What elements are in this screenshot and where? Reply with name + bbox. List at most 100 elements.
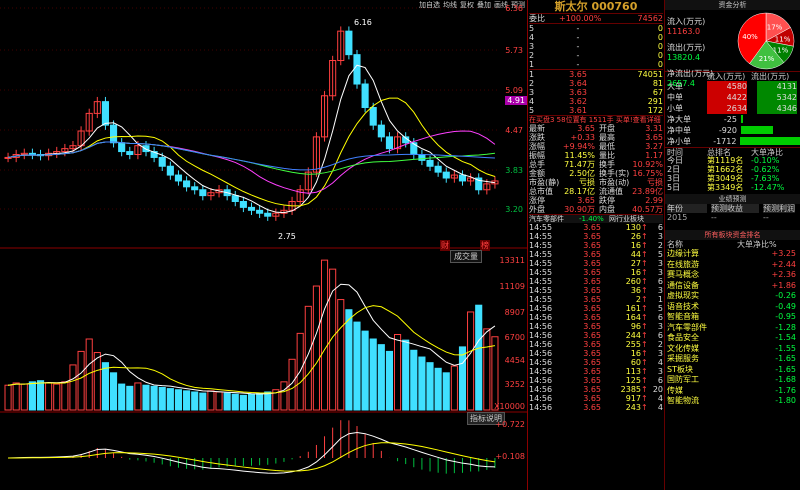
tick-row: 14:56 3.65 16 ↑ 3 — [529, 349, 663, 358]
vol-tick: 11109 — [499, 282, 525, 291]
stat-label: 涨跌 — [529, 133, 545, 142]
order-size-label: 小单 — [667, 104, 683, 113]
sector-row[interactable]: 语音技术 -0.49 — [665, 302, 800, 313]
stat-value: 3.31 — [645, 124, 663, 133]
tick-count: 6 — [657, 376, 663, 385]
sector-row[interactable]: 虚拟现实 -0.26 — [665, 291, 800, 302]
tick-list[interactable]: 14:55 3.65 130 ↑ 6 14:55 3.65 26 ↑ 3 14:55 3.65 16 ↑ 2… — [529, 223, 663, 412]
buy-price: 3.65 — [569, 70, 587, 79]
buy-level: 3 — [529, 88, 535, 97]
candle — [345, 30, 353, 56]
forecast-title[interactable]: 业绩预测 — [665, 194, 800, 204]
volume-bar — [402, 339, 410, 411]
stat-value: +9.94% — [562, 142, 595, 151]
sector-row[interactable]: ST板块 -1.65 — [665, 365, 800, 376]
stat-row: 总手 71.47万 换手 10.92% — [529, 160, 663, 169]
tick-count: 4 — [657, 403, 663, 412]
sector-row[interactable]: 边缘计算 +3.25 — [665, 249, 800, 260]
sector-tabs[interactable]: 汽车零部件 -1.40% 网行业板块 — [529, 214, 663, 223]
fund-analysis-title[interactable]: 资金分析 — [665, 0, 800, 10]
sector-rank-title[interactable]: 所有板块资金排名 — [665, 230, 800, 240]
tick-row: 14:55 3.65 16 ↑ 2 — [529, 241, 663, 250]
sector-row[interactable]: 食品安全 -1.54 — [665, 333, 800, 344]
sector-row[interactable]: 智能物流 -1.80 — [665, 396, 800, 407]
sector-ratio: -1.80 — [775, 396, 796, 405]
sell-level: 5 — [529, 24, 535, 33]
volume-bar — [61, 381, 69, 411]
sector-row[interactable]: 文化传媒 -1.55 — [665, 344, 800, 355]
buy-volume: 291 — [647, 97, 663, 106]
buy-row[interactable]: 3 3.63 67 — [529, 88, 663, 97]
kline-chart-panel[interactable]: 加自选 均线 复权 叠加 画线 预测 6.36 5.73 5.09 4.91 4.47 3… — [0, 0, 528, 490]
buy-note-link[interactable]: 在买盘3 58位置有 1511手 买单!查看详细 — [529, 115, 663, 124]
rank-row: 今日 第1119名 -0.10% — [665, 156, 800, 165]
outflow-value: 4346 — [757, 103, 797, 114]
sell-volume: 0 — [657, 24, 663, 33]
tick-count: 6 — [657, 331, 663, 340]
volume-bar — [312, 285, 320, 411]
sell-row[interactable]: 2 - 0 — [529, 51, 663, 60]
sell-row[interactable]: 4 - 0 — [529, 33, 663, 42]
buy-volume: 74051 — [637, 70, 663, 79]
stat-value: 28.17亿 — [564, 187, 595, 196]
candle — [442, 171, 450, 179]
stat-value: 11.45% — [564, 151, 595, 160]
sector-row[interactable]: 在线旅游 +2.44 — [665, 260, 800, 271]
sell-row[interactable]: 1 - 0 — [529, 60, 663, 69]
buy-row[interactable]: 5 3.61 172 — [529, 106, 663, 115]
tick-count: 3 — [657, 286, 663, 295]
volume-bar — [361, 330, 369, 411]
toolbar-btn-0[interactable]: 加自选 — [419, 0, 440, 10]
tab-finance[interactable]: 财 — [440, 240, 450, 251]
sell-level: 2 — [529, 51, 535, 60]
volume-bar — [345, 309, 353, 411]
sector-list[interactable]: 边缘计算 +3.25 在线旅游 +2.44 赛马概念 +2.36 通信设备 +1.86 虚拟现实… — [665, 249, 800, 407]
vol-tick: 13311 — [499, 256, 525, 265]
sector-name: 采掘服务 — [667, 354, 699, 363]
sector-row[interactable]: 采掘服务 -1.65 — [665, 354, 800, 365]
buy-row[interactable]: 1 3.65 74051 — [529, 70, 663, 79]
net-value: -920 — [718, 126, 737, 135]
tick-price: 3.65 — [583, 322, 601, 331]
toolbar-btn-1[interactable]: 均线 — [443, 0, 457, 10]
candle — [458, 174, 467, 182]
stat-label: 金额 — [529, 169, 545, 178]
tick-row: 14:55 3.65 26 ↑ 3 — [529, 232, 663, 241]
up-arrow-icon: ↑ — [641, 385, 648, 394]
buy-volume: 172 — [647, 106, 663, 115]
stat-row: 市盈(静) 亏损 市盈(动) 亏损 — [529, 178, 663, 187]
buy-row[interactable]: 4 3.62 291 — [529, 97, 663, 106]
tick-volume: 243 — [625, 403, 641, 412]
tick-volume: 16 — [630, 349, 641, 358]
tick-row: 14:56 3.65 161 ↑ 5 — [529, 304, 663, 313]
tick-price: 3.65 — [583, 331, 601, 340]
tick-count: 5 — [657, 250, 663, 259]
sell-row[interactable]: 3 - 0 — [529, 42, 663, 51]
volume-bar — [442, 372, 450, 411]
tick-row: 14:55 3.65 260 ↑ 6 — [529, 277, 663, 286]
toolbar-btn-3[interactable]: 叠加 — [477, 0, 491, 10]
sector-name: ST板块 — [667, 364, 693, 374]
sector-row[interactable]: 传媒 -1.76 — [665, 386, 800, 397]
buy-row[interactable]: 2 3.64 81 — [529, 79, 663, 88]
stat-row: 涨跌 +0.33 最高 3.65 — [529, 133, 663, 142]
sector-row[interactable]: 智能音箱 -0.95 — [665, 312, 800, 323]
sell-level: 3 — [529, 42, 535, 51]
sell-price: - — [576, 42, 580, 51]
volume-bar — [239, 394, 247, 411]
buy-level: 5 — [529, 106, 535, 115]
volume-selector[interactable]: 成交量 — [450, 250, 482, 263]
toolbar-btn-2[interactable]: 复权 — [460, 0, 474, 10]
up-arrow-icon: ↑ — [641, 223, 648, 232]
fund-flow-section: 流入(万元) 11163.0 流出(万元) 13820.4 净流出(万元) 2657.4 … — [665, 10, 800, 88]
rank-row: 3日 第3049名 -7.63% — [665, 174, 800, 183]
sector-row[interactable]: 通信设备 +1.86 — [665, 281, 800, 292]
sell-row[interactable]: 5 - 0 — [529, 24, 663, 33]
rank-value: 第3349名 — [707, 183, 744, 192]
sector-row[interactable]: 国防军工 -1.68 — [665, 375, 800, 386]
stat-label: 市盈(静) — [529, 178, 560, 187]
up-arrow-icon: ↑ — [641, 394, 648, 403]
sector-row[interactable]: 汽车零部件 -1.28 — [665, 323, 800, 334]
sector-ratio: -1.55 — [775, 343, 796, 353]
sector-row[interactable]: 赛马概念 +2.36 — [665, 270, 800, 281]
